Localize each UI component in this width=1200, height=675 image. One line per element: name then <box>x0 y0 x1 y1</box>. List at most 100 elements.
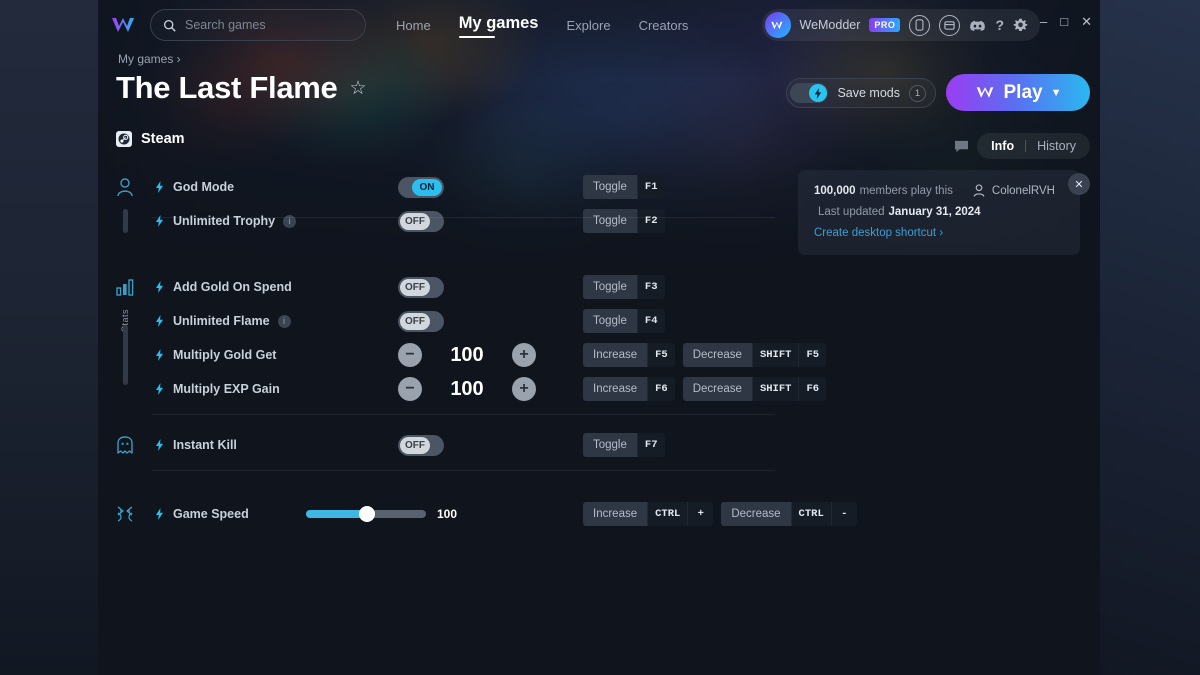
chevron-down-icon[interactable]: ▼ <box>1051 87 1062 99</box>
hotkey-toggle[interactable]: Toggle F4 <box>583 309 665 333</box>
hotkey-action: Toggle <box>583 175 637 199</box>
tab-divider <box>1025 140 1027 152</box>
stats-bar-icon <box>116 279 134 296</box>
account-chip: WeModder PRO ? <box>761 9 1040 41</box>
slider-fill <box>306 510 364 518</box>
star-outline-icon[interactable]: ☆ <box>349 77 366 100</box>
stepper-value: 100 <box>450 343 484 366</box>
hotkey-key: F4 <box>636 309 665 333</box>
save-mods-count: 1 <box>909 84 926 102</box>
toggle-unlimited-flame[interactable]: OFF <box>398 310 444 332</box>
bolt-icon <box>152 315 166 327</box>
toggle-state-label: OFF <box>400 212 430 230</box>
slider-game-speed: 100 <box>306 506 457 522</box>
platform-name: Steam <box>141 131 185 147</box>
toggle-god-mode[interactable]: ON <box>398 176 444 198</box>
gear-icon[interactable] <box>1013 18 1028 33</box>
save-mods-toggle[interactable]: Save mods 1 <box>786 78 936 108</box>
cheat-control: OFF <box>398 310 444 332</box>
decrement-button[interactable]: − <box>398 343 422 367</box>
hotkey-modifier: SHIFT <box>751 377 799 401</box>
group-gutter <box>98 277 152 297</box>
game-title: The Last Flame <box>116 70 338 105</box>
person-icon <box>117 178 133 197</box>
close-info-panel-button[interactable]: ✕ <box>1068 173 1090 195</box>
hotkey-toggle[interactable]: Toggle F3 <box>583 275 665 299</box>
nav-link-creators[interactable]: Creators <box>639 18 689 33</box>
hotkey-key: F7 <box>636 433 665 457</box>
hotkey-increase[interactable]: Increase F6 <box>583 377 675 401</box>
decrement-button[interactable]: − <box>398 377 422 401</box>
minimize-button[interactable]: – <box>1040 15 1047 28</box>
nav-links: Home My games Explore Creators <box>396 14 689 38</box>
breadcrumb[interactable]: My games › <box>118 52 181 66</box>
wemodder-logo-icon[interactable] <box>110 12 140 38</box>
increment-button[interactable]: + <box>512 377 536 401</box>
cheat-control: OFF <box>398 210 444 232</box>
help-icon[interactable]: ? <box>995 17 1004 33</box>
close-button[interactable]: ✕ <box>1081 15 1092 28</box>
avatar[interactable] <box>764 12 791 38</box>
cheat-label: Unlimited Flame <box>173 314 270 328</box>
toggle-unlimited-trophy[interactable]: OFF <box>398 210 444 232</box>
nav-link-home[interactable]: Home <box>396 18 431 33</box>
cheat-label: Multiply Gold Get <box>173 348 277 362</box>
slider-track[interactable] <box>306 506 426 522</box>
save-mods-label: Save mods <box>837 86 900 100</box>
hotkey-action: Increase <box>583 502 648 526</box>
toggle-instant-kill[interactable]: OFF <box>398 434 444 456</box>
account-name[interactable]: WeModder <box>800 18 861 32</box>
group-separator <box>152 414 775 415</box>
search-input[interactable]: Search games <box>150 9 366 41</box>
hotkey-increase[interactable]: Increase F5 <box>583 343 675 367</box>
hotkey-increase[interactable]: Increase CTRL + <box>583 502 714 526</box>
hotkey-toggle[interactable]: Toggle F7 <box>583 433 665 457</box>
cheat-control: 100 <box>306 506 457 522</box>
maximize-button[interactable]: □ <box>1060 15 1068 28</box>
cheat-label: Instant Kill <box>173 438 237 452</box>
nav-link-my-games[interactable]: My games <box>458 14 538 38</box>
cheat-label: God Mode <box>173 180 235 194</box>
mobile-app-icon[interactable] <box>909 14 931 36</box>
game-info-panel: 100,000 members play this ColonelRVH Las… <box>798 170 1080 255</box>
hotkeys: Toggle F7 <box>583 433 665 457</box>
tab-info[interactable]: Info <box>991 139 1014 153</box>
slider-handle[interactable] <box>358 506 375 522</box>
hotkey-toggle[interactable]: Toggle F2 <box>583 209 665 233</box>
hotkey-key: - <box>830 502 857 526</box>
hotkey-key: F2 <box>636 209 665 233</box>
library-box-icon[interactable] <box>939 14 961 36</box>
speed-icon <box>117 506 133 522</box>
hotkey-toggle[interactable]: Toggle F1 <box>583 175 665 199</box>
stepper-multiply-exp-gain: − 100 + <box>398 377 536 401</box>
author-name: ColonelRVH <box>991 184 1055 197</box>
cheat-row: Game Speed 100 Increase CTRL + Decrease … <box>98 497 1100 531</box>
nav-link-explore[interactable]: Explore <box>566 18 610 33</box>
create-desktop-shortcut-link[interactable]: Create desktop shortcut › <box>814 227 1064 239</box>
play-button[interactable]: Play ▼ <box>946 74 1090 111</box>
bolt-icon <box>152 508 166 520</box>
info-icon[interactable]: i <box>277 314 291 328</box>
cheat-label: Add Gold On Spend <box>173 280 292 294</box>
toggle-state-label: ON <box>412 178 442 196</box>
stepper-multiply-gold-get: − 100 + <box>398 343 536 367</box>
cheat-row: Multiply Gold Get − 100 + Increase F5 De… <box>98 325 1100 385</box>
toggle-add-gold-on-spend[interactable]: OFF <box>398 276 444 298</box>
hotkey-decrease[interactable]: Decrease SHIFT F5 <box>682 343 827 367</box>
hotkey-decrease[interactable]: Decrease CTRL - <box>721 502 857 526</box>
chat-bubble-icon[interactable] <box>954 140 969 153</box>
hotkeys: Increase CTRL + Decrease CTRL - <box>583 502 857 526</box>
ghost-icon <box>117 436 133 454</box>
hotkey-key: F1 <box>636 175 665 199</box>
tab-history[interactable]: History <box>1037 139 1076 153</box>
author-row[interactable]: ColonelRVH <box>973 184 1055 197</box>
members-count: 100,000 <box>814 184 856 197</box>
save-mods-switch[interactable] <box>790 83 829 103</box>
bolt-icon <box>152 281 166 293</box>
increment-button[interactable]: + <box>512 343 536 367</box>
group-gutter <box>98 435 152 455</box>
cheat-control: ON <box>398 176 444 198</box>
toggle-state-label: OFF <box>400 436 430 454</box>
hotkey-decrease[interactable]: Decrease SHIFT F6 <box>682 377 827 401</box>
discord-icon[interactable] <box>969 19 986 32</box>
